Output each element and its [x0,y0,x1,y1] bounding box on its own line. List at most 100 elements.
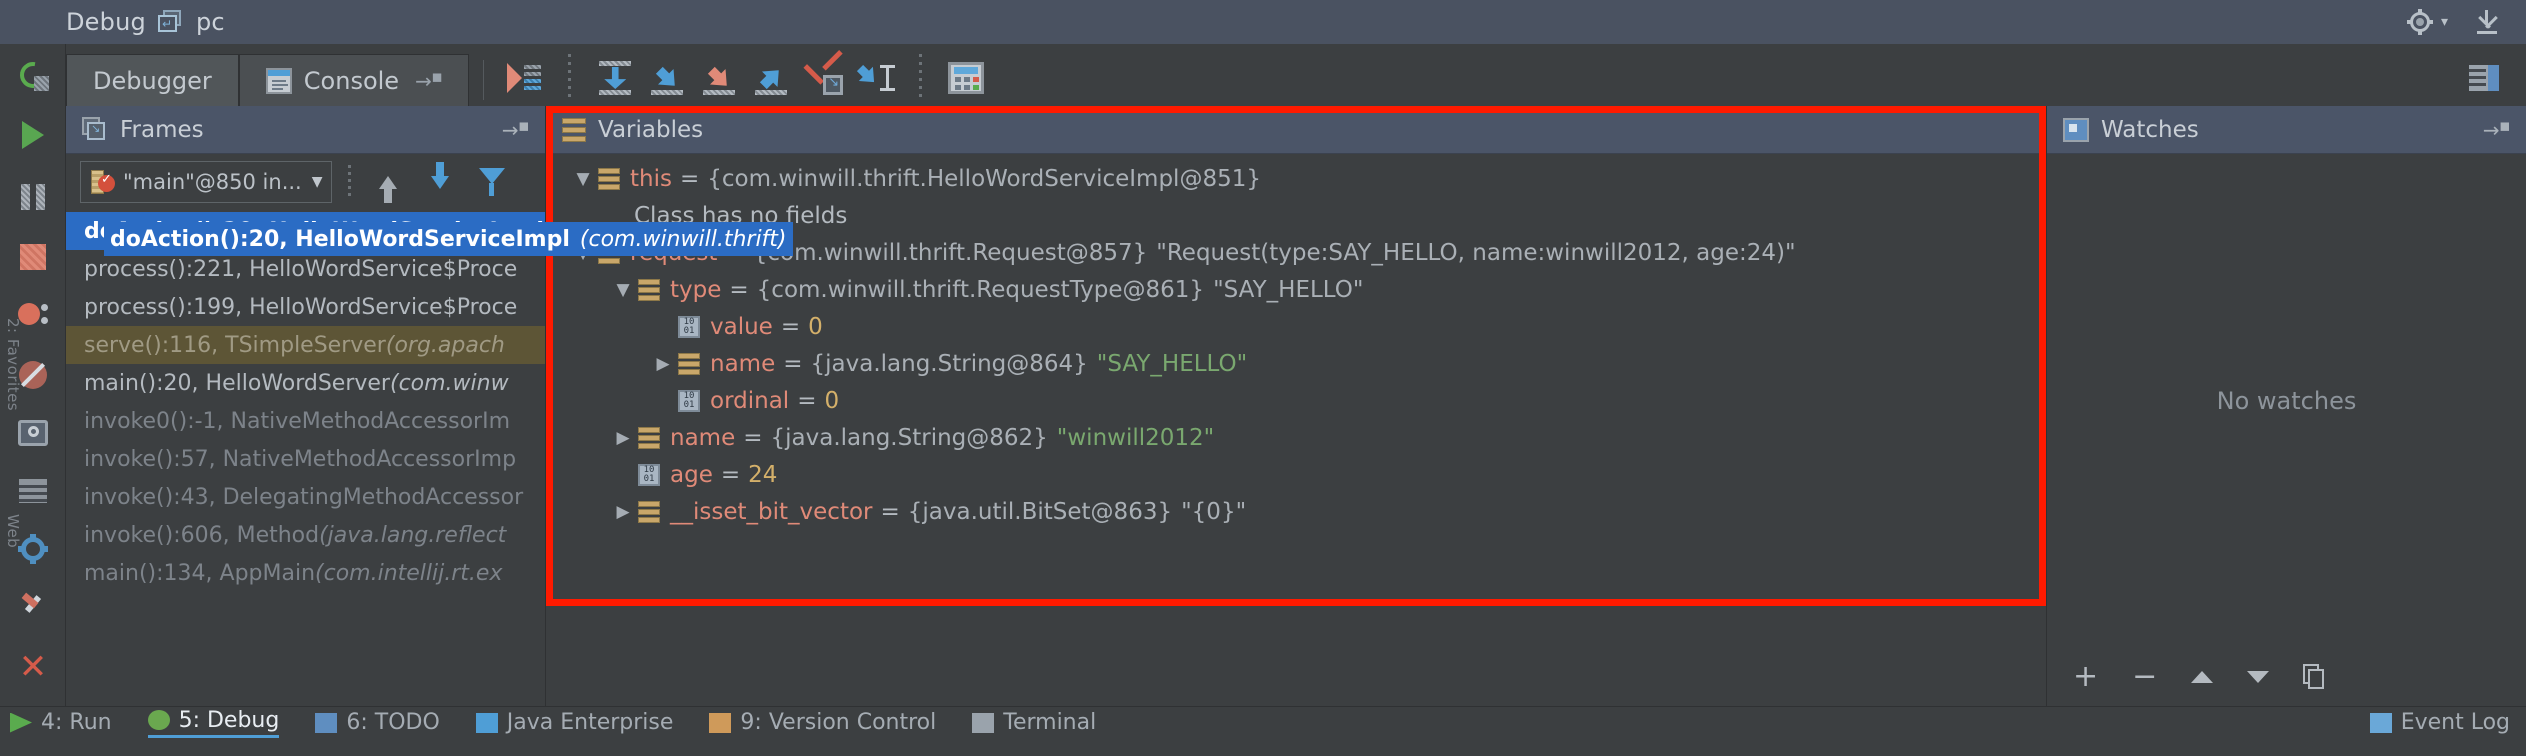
object-icon [638,501,660,523]
table-row[interactable]: process():199, HelloWordService$Proce [66,288,545,326]
tab-debugger[interactable]: Debugger [66,54,239,106]
variable-value-string: "Request(type:SAY_HELLO, name:winwill201… [1156,240,1795,266]
tab-console-label: Console [304,67,399,95]
primitive-icon: 1001 [678,390,700,412]
stop-button[interactable] [0,226,66,288]
list-item[interactable]: ▶ __isset_bit_vector = {java.util.BitSet… [546,493,2046,530]
variable-name: name [710,351,775,377]
chevron-right-icon[interactable]: ▶ [648,354,678,374]
watches-collapse-icon[interactable]: →■ [2483,118,2510,142]
frames-filter-button[interactable] [471,161,513,203]
object-icon [638,427,660,449]
status-item-java-enterprise[interactable]: Java Enterprise [476,710,674,735]
status-label: 5: Debug [179,708,280,733]
status-label: Event Log [2401,710,2510,735]
restore-layout-button[interactable] [2458,52,2510,104]
variable-value-number: 0 [824,388,839,414]
step-into-button[interactable] [641,52,693,104]
evaluate-expression-button[interactable] [498,52,550,104]
move-watch-down-button[interactable] [2247,671,2269,683]
equals-sign: = [881,499,900,525]
frame-package: (org.apach [386,333,505,358]
chevron-right-icon[interactable]: ▶ [608,502,638,522]
layout-button[interactable] [0,460,66,522]
status-item-event-log[interactable]: Event Log [2370,710,2526,735]
watches-title: Watches [2101,117,2199,143]
frame-tooltip-text: doAction():20, HelloWordServiceImpl [110,227,570,252]
list-item[interactable]: ▶ 1001 value = 0 [546,308,2046,345]
evaluate-calculator-button[interactable] [940,52,992,104]
gear-icon[interactable] [2407,9,2433,35]
object-icon [638,279,660,301]
resume-program-button[interactable] [0,104,66,166]
frame-tooltip: doAction():20, HelloWordServiceImpl (com… [104,222,793,256]
list-item[interactable]: ▼ this = {com.winwill.thrift.HelloWordSe… [546,160,2046,197]
frames-up-button[interactable] [367,161,409,203]
duplicate-watch-button[interactable] [2303,664,2325,690]
drop-frame-icon [803,61,843,95]
screenshot-button[interactable] [0,402,66,464]
variables-title: Variables [598,117,703,143]
rerun-button[interactable] [0,44,66,106]
pause-program-button[interactable] [0,166,66,228]
remove-watch-button[interactable]: − [2132,662,2157,692]
close-button[interactable]: ✕ [0,636,66,698]
frames-down-button[interactable] [419,161,461,203]
tab-console-detach-icon[interactable]: →■ [415,69,442,93]
frames-toolbar-divider [348,165,351,199]
frames-collapse-icon[interactable]: →■ [502,118,529,142]
force-step-into-button[interactable] [693,52,745,104]
object-icon [598,168,620,190]
table-row[interactable]: invoke():606, Method (java.lang.reflect [66,516,545,554]
restore-window-icon[interactable]: ↵ [158,10,184,34]
status-item-terminal[interactable]: Terminal [972,710,1096,735]
view-breakpoints-button[interactable] [0,284,66,346]
table-row[interactable]: invoke():43, DelegatingMethodAccessor [66,478,545,516]
hide-icon[interactable] [2474,10,2500,34]
chevron-down-icon[interactable]: ▾ [2441,14,2448,30]
variables-panel-header: Variables [546,106,2046,154]
chevron-down-icon[interactable]: ▼ [568,169,598,189]
run-to-cursor-icon [855,61,895,95]
list-item[interactable]: ▶ name = {java.lang.String@864} "SAY_HEL… [546,345,2046,382]
chevron-down-icon[interactable]: ▼ [312,174,323,190]
frame-text: invoke():606, Method [84,523,319,548]
status-label: Java Enterprise [507,710,674,735]
run-to-cursor-button[interactable] [849,52,901,104]
equals-sign: = [781,314,800,340]
step-over-button[interactable] [589,52,641,104]
status-item-version-control[interactable]: 9: Version Control [709,710,936,735]
mute-breakpoints-button[interactable] [0,344,66,406]
status-item-todo[interactable]: 6: TODO [315,710,439,735]
settings-gear-icon [18,534,48,564]
thread-selector[interactable]: "main"@850 in... ▼ [80,161,332,203]
move-watch-up-button[interactable] [2191,671,2213,683]
restore-layout-icon [2469,65,2499,91]
frames-list[interactable]: doAction():20, HelloWordServiceImpl proc… [66,210,545,706]
table-row[interactable]: serve():116, TSimpleServer (org.apach [66,326,545,364]
variable-name: __isset_bit_vector [670,499,873,525]
table-row[interactable]: main():134, AppMain (com.intellij.rt.ex [66,554,545,592]
table-row[interactable]: main():20, HelloWordServer (com.winw [66,364,545,402]
list-item[interactable]: ▶ name = {java.lang.String@862} "winwill… [546,419,2046,456]
step-out-button[interactable] [745,52,797,104]
table-row[interactable]: invoke0():-1, NativeMethodAccessorIm [66,402,545,440]
table-row[interactable]: invoke():57, NativeMethodAccessorImp [66,440,545,478]
drop-frame-button[interactable] [797,52,849,104]
status-item-run[interactable]: 4: Run [10,710,112,735]
chevron-down-icon[interactable]: ▼ [608,280,638,300]
settings-button[interactable] [0,518,66,580]
add-watch-button[interactable]: + [2073,662,2098,692]
frame-text: invoke():43, DelegatingMethodAccessor [84,485,523,510]
pin-tab-button[interactable] [0,578,66,640]
status-label: Terminal [1003,710,1096,735]
list-item[interactable]: ▶ 1001 age = 24 [546,456,2046,493]
tab-console[interactable]: Console →■ [239,54,469,106]
frame-text: invoke0():-1, NativeMethodAccessorIm [84,409,510,434]
grid-icon [19,479,47,503]
toolbar-dot-divider [568,54,571,98]
list-item[interactable]: ▼ type = {com.winwill.thrift.RequestType… [546,271,2046,308]
list-item[interactable]: ▶ 1001 ordinal = 0 [546,382,2046,419]
chevron-right-icon[interactable]: ▶ [608,428,638,448]
status-item-debug[interactable]: 5: Debug [148,708,280,738]
